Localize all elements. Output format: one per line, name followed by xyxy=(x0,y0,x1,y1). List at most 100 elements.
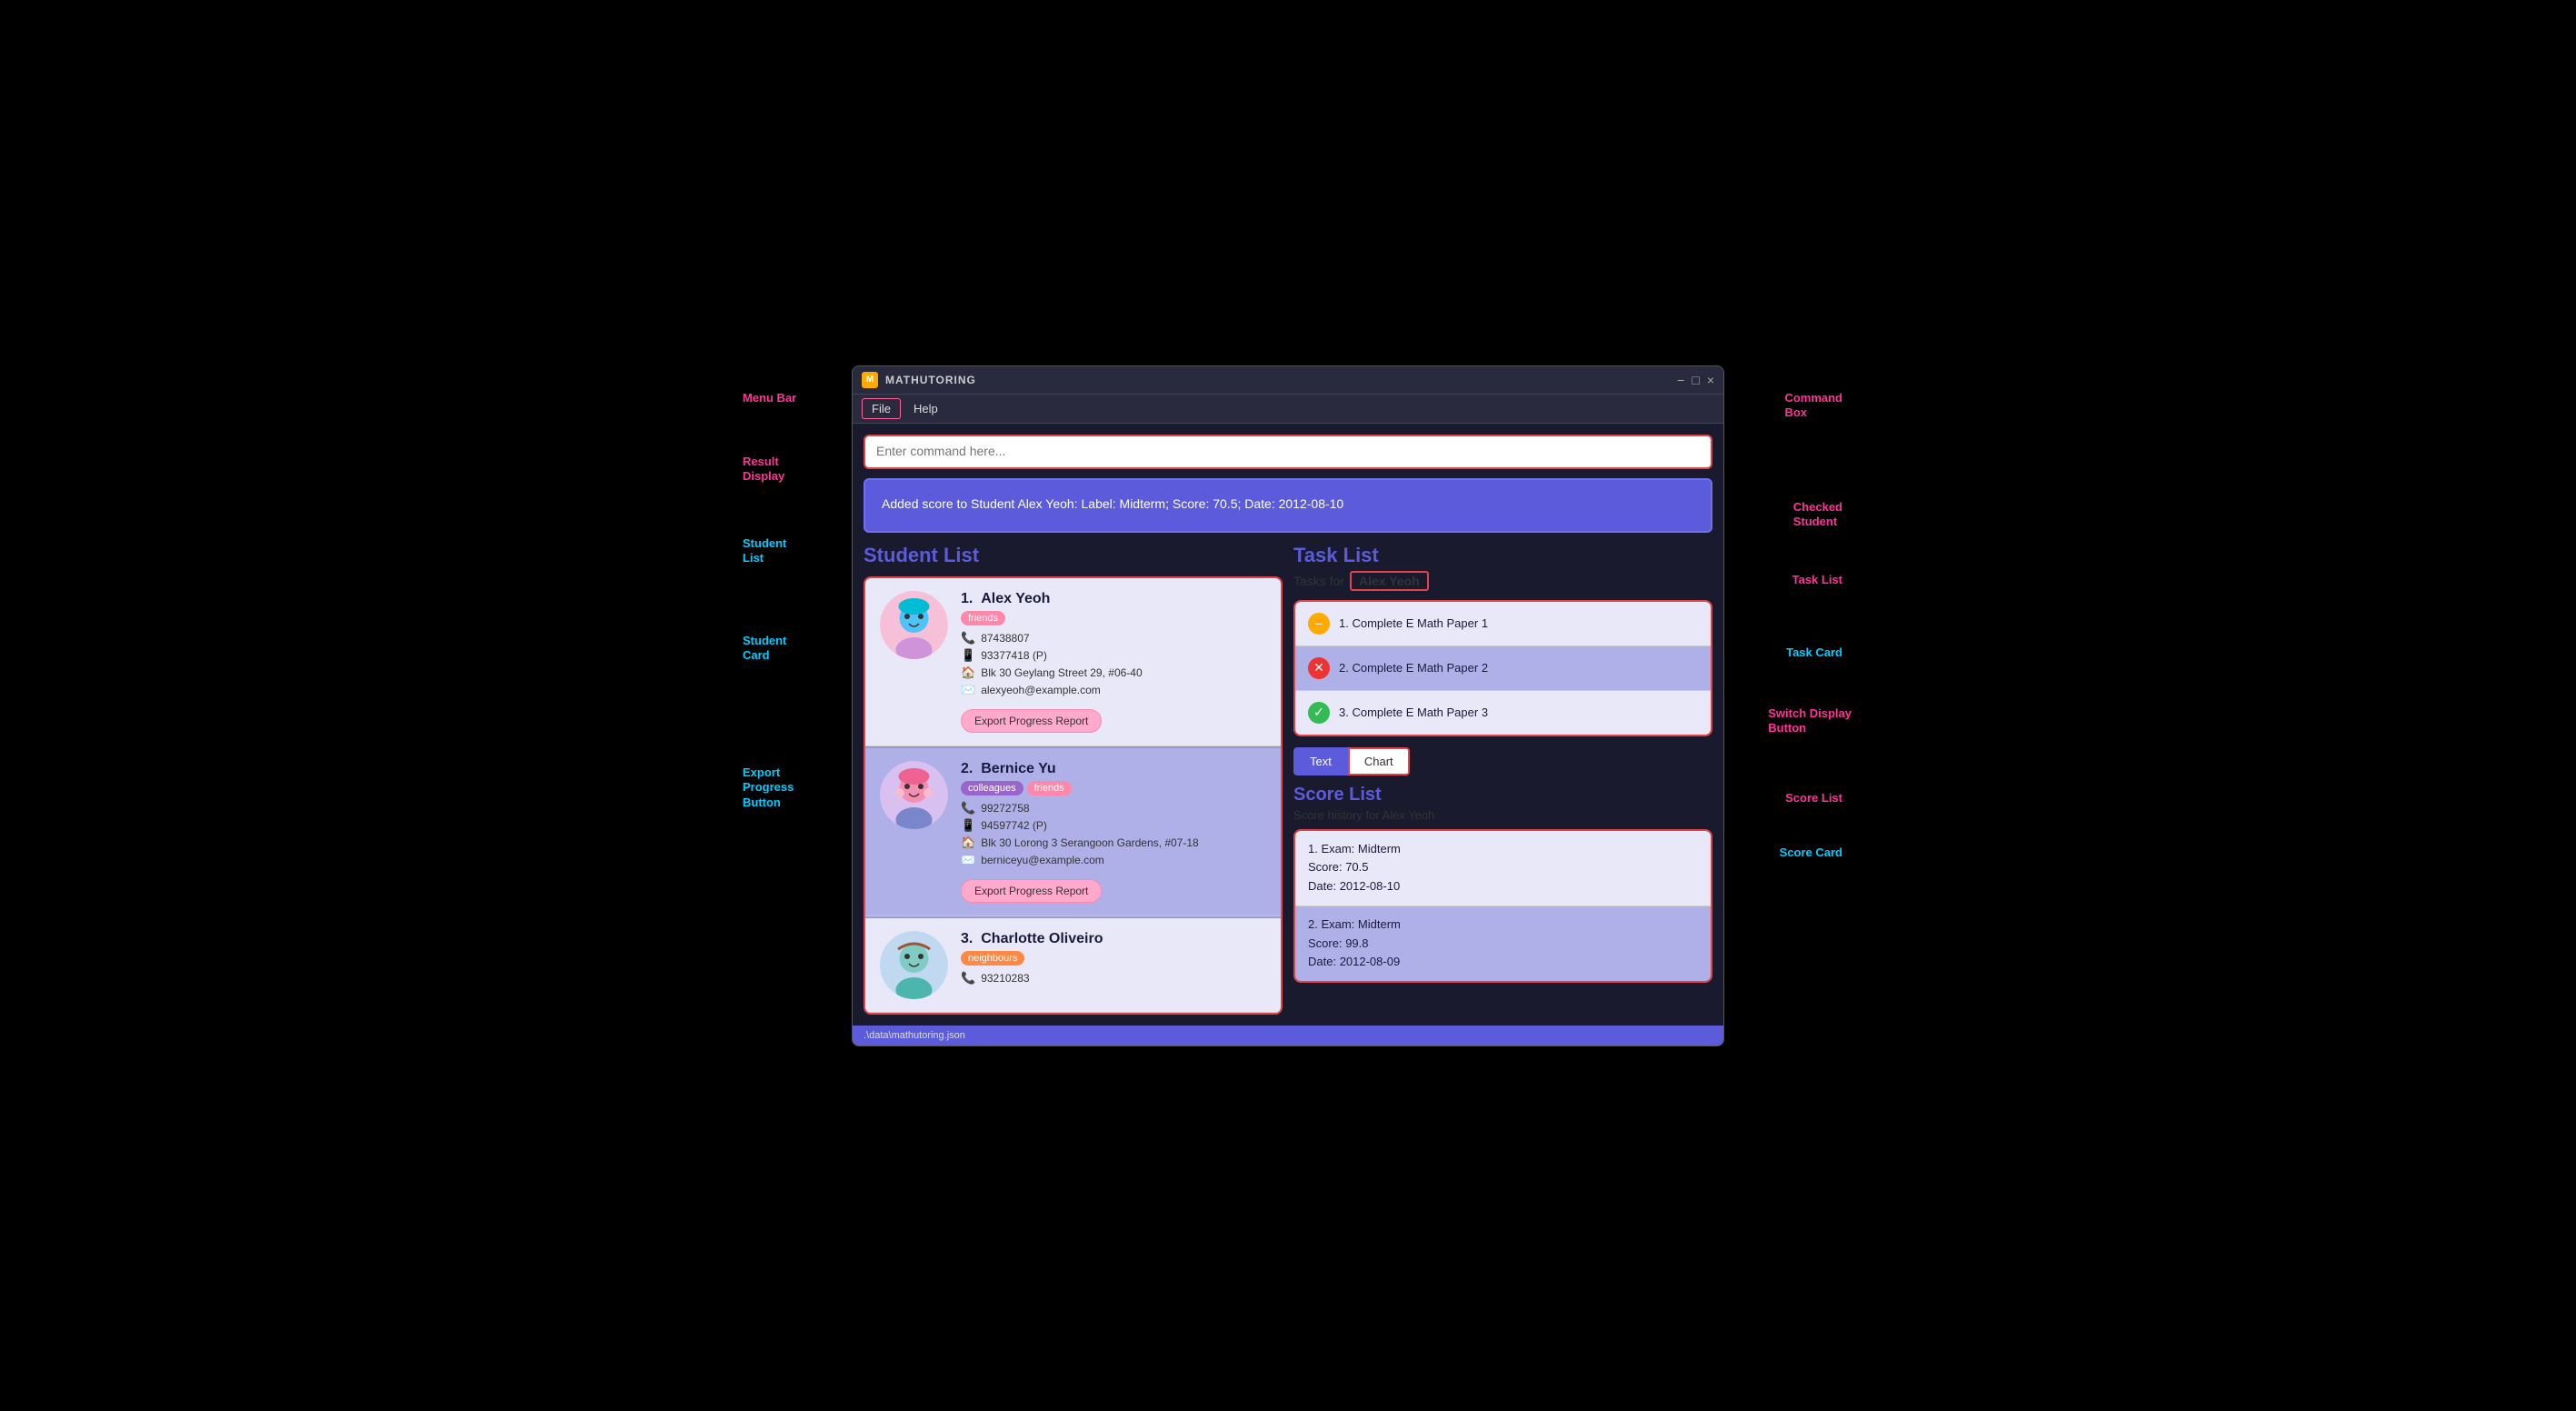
score-for-label: Score history for Alex Yeoh xyxy=(1293,808,1712,822)
title-bar: M MATHUTORING − □ × xyxy=(853,366,1723,395)
task-text: 2. Complete E Math Paper 2 xyxy=(1339,661,1488,675)
address-icon: 🏠 xyxy=(961,665,975,680)
task-list-title: Task List xyxy=(1293,544,1712,567)
address: Blk 30 Lorong 3 Serangoon Gardens, #07-1… xyxy=(981,836,1199,849)
address-row: 🏠 Blk 30 Geylang Street 29, #06-40 xyxy=(961,665,1266,680)
annotation-command-box: CommandBox xyxy=(1784,391,1842,422)
student-name: 3. Charlotte Oliveiro xyxy=(961,931,1266,947)
address-icon: 🏠 xyxy=(961,836,975,850)
menu-bar: File Help xyxy=(853,395,1723,424)
email-icon: ✉️ xyxy=(961,683,975,697)
avatar xyxy=(880,591,948,659)
student-card-header: 3. Charlotte Oliveiro neighbours 📞 93210… xyxy=(880,931,1266,999)
checked-student-name: Alex Yeoh xyxy=(1350,571,1429,591)
export-progress-button[interactable]: Export Progress Report xyxy=(961,879,1102,903)
score-card[interactable]: 2. Exam: Midterm Score: 99.8 Date: 2012-… xyxy=(1295,906,1711,981)
score-list-container: 1. Exam: Midterm Score: 70.5 Date: 2012-… xyxy=(1293,829,1712,984)
email: berniceyu@example.com xyxy=(981,854,1104,866)
tag: friends xyxy=(1027,781,1072,796)
phone-icon2: 📱 xyxy=(961,648,975,663)
email-row: ✉️ alexyeoh@example.com xyxy=(961,683,1266,697)
close-button[interactable]: × xyxy=(1707,373,1714,387)
annotation-task-list: Task List xyxy=(1792,573,1842,588)
task-text: 3. Complete E Math Paper 3 xyxy=(1339,706,1488,719)
phone-icon: 📞 xyxy=(961,971,975,986)
task-status-done-icon: ✓ xyxy=(1308,702,1330,724)
annotation-student-list: StudentList xyxy=(743,536,786,567)
phone2-row: 📱 94597742 (P) xyxy=(961,818,1266,833)
export-progress-button[interactable]: Export Progress Report xyxy=(961,709,1102,733)
phone1-row: 📞 93210283 xyxy=(961,971,1266,986)
phone-icon: 📞 xyxy=(961,801,975,816)
annotation-export-btn: ExportProgressButton xyxy=(743,766,794,812)
columns: Student List xyxy=(864,544,1712,1015)
avatar xyxy=(880,931,948,999)
student-list-container: 1. Alex Yeoh friends 📞 87438807 xyxy=(864,576,1283,1015)
phone-icon2: 📱 xyxy=(961,818,975,833)
maximize-button[interactable]: □ xyxy=(1692,373,1699,387)
tag: neighbours xyxy=(961,951,1024,966)
status-bar: .\data\mathutoring.json xyxy=(853,1026,1723,1046)
minimize-button[interactable]: − xyxy=(1677,373,1684,387)
tag: colleagues xyxy=(961,781,1023,796)
phone2-row: 📱 93377418 (P) xyxy=(961,648,1266,663)
task-list-container: − 1. Complete E Math Paper 1 ✕ 2. Comple… xyxy=(1293,600,1712,736)
email-icon: ✉️ xyxy=(961,853,975,867)
phone1: 93210283 xyxy=(981,972,1029,985)
score-text: 1. Exam: Midterm Score: 70.5 Date: 2012-… xyxy=(1308,840,1698,896)
annotation-student-card: StudentCard xyxy=(743,634,786,665)
right-column: Task List Tasks for Alex Yeoh − 1. Compl… xyxy=(1293,544,1712,1015)
student-info: 2. Bernice Yu colleagues friends 📞 xyxy=(961,761,1266,903)
switch-chart-button[interactable]: Chart xyxy=(1348,747,1410,776)
phone1-row: 📞 99272758 xyxy=(961,801,1266,816)
student-card-header: 2. Bernice Yu colleagues friends 📞 xyxy=(880,761,1266,903)
task-status-pending-icon: − xyxy=(1308,613,1330,635)
address: Blk 30 Geylang Street 29, #06-40 xyxy=(981,666,1142,679)
tag-row: neighbours xyxy=(961,951,1266,966)
email-row: ✉️ berniceyu@example.com xyxy=(961,853,1266,867)
address-row: 🏠 Blk 30 Lorong 3 Serangoon Gardens, #07… xyxy=(961,836,1266,850)
student-card-header: 1. Alex Yeoh friends 📞 87438807 xyxy=(880,591,1266,733)
app-icon: M xyxy=(862,372,878,388)
avatar xyxy=(880,761,948,829)
student-name: 2. Bernice Yu xyxy=(961,761,1266,777)
menu-item-help[interactable]: Help xyxy=(904,399,947,418)
score-text: 2. Exam: Midterm Score: 99.8 Date: 2012-… xyxy=(1308,916,1698,972)
student-card[interactable]: 2. Bernice Yu colleagues friends 📞 xyxy=(865,748,1281,916)
phone2: 94597742 (P) xyxy=(981,819,1047,832)
phone-icon: 📞 xyxy=(961,631,975,645)
student-info: 1. Alex Yeoh friends 📞 87438807 xyxy=(961,591,1266,733)
email: alexyeoh@example.com xyxy=(981,684,1101,696)
task-card[interactable]: − 1. Complete E Math Paper 1 xyxy=(1295,602,1711,646)
task-status-failed-icon: ✕ xyxy=(1308,657,1330,679)
app-title: MATHUTORING xyxy=(885,374,1677,386)
task-text: 1. Complete E Math Paper 1 xyxy=(1339,616,1488,630)
phone2: 93377418 (P) xyxy=(981,649,1047,662)
student-list-section: Student List xyxy=(864,544,1283,1015)
menu-item-file[interactable]: File xyxy=(862,398,901,419)
annotation-score-card: Score Card xyxy=(1780,846,1842,861)
result-text: Added score to Student Alex Yeoh: Label:… xyxy=(882,495,1694,514)
command-input[interactable] xyxy=(876,444,1700,458)
student-info: 3. Charlotte Oliveiro neighbours 📞 93210… xyxy=(961,931,1266,988)
student-card[interactable]: 3. Charlotte Oliveiro neighbours 📞 93210… xyxy=(865,918,1281,1013)
command-box[interactable] xyxy=(864,435,1712,469)
score-card[interactable]: 1. Exam: Midterm Score: 70.5 Date: 2012-… xyxy=(1295,831,1711,906)
annotation-score-list: Score List xyxy=(1785,791,1842,806)
tag-row: colleagues friends xyxy=(961,781,1266,796)
task-card[interactable]: ✕ 2. Complete E Math Paper 2 xyxy=(1295,646,1711,691)
app-window: M MATHUTORING − □ × File Help Added scor… xyxy=(852,365,1724,1046)
phone1-row: 📞 87438807 xyxy=(961,631,1266,645)
task-card[interactable]: ✓ 3. Complete E Math Paper 3 xyxy=(1295,691,1711,735)
phone1: 99272758 xyxy=(981,802,1029,815)
student-list-title: Student List xyxy=(864,544,1283,567)
window-controls[interactable]: − □ × xyxy=(1677,373,1714,387)
annotation-checked-student: CheckedStudent xyxy=(1793,500,1842,531)
student-card[interactable]: 1. Alex Yeoh friends 📞 87438807 xyxy=(865,578,1281,746)
result-display: Added score to Student Alex Yeoh: Label:… xyxy=(864,478,1712,533)
switch-text-button[interactable]: Text xyxy=(1293,747,1348,776)
student-name: 1. Alex Yeoh xyxy=(961,591,1266,607)
annotation-switch-display: Switch DisplayButton xyxy=(1768,706,1852,737)
phone1: 87438807 xyxy=(981,632,1029,645)
tag: friends xyxy=(961,611,1005,625)
